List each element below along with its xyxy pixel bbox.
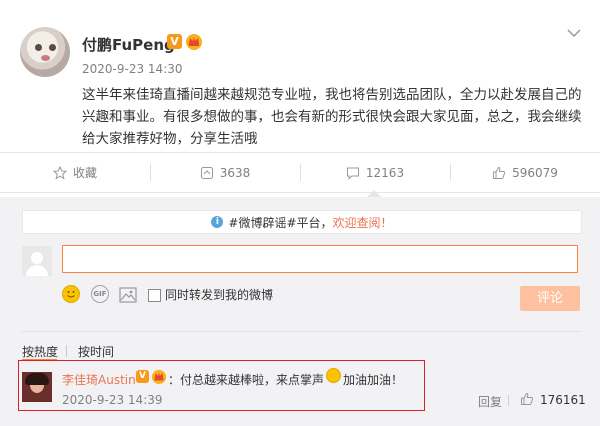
notice-text: #微博辟谣#平台，	[228, 215, 333, 230]
avatar-nose	[41, 55, 50, 61]
comment-action-separator	[508, 395, 509, 406]
commenter-avatar[interactable]	[22, 372, 52, 402]
repost-count: 3638	[219, 165, 251, 180]
member-crown-icon[interactable]	[151, 369, 167, 384]
submit-comment-button[interactable]: 评论	[520, 286, 580, 311]
sort-separator	[66, 345, 67, 357]
star-icon	[52, 165, 67, 180]
forward-label: 同时转发到我的微博	[165, 288, 274, 302]
thumbs-up-icon	[493, 166, 506, 179]
forward-checkbox[interactable]	[148, 289, 161, 302]
smiley-face-icon	[67, 291, 75, 298]
comment-text-part1: ：付总越来越棒啦，来点掌声	[168, 373, 325, 387]
like-button[interactable]: 596079	[450, 153, 600, 192]
comment-timestamp: 2020-9-23 14:39	[62, 393, 163, 407]
verified-badge-icon[interactable]: V	[167, 34, 182, 49]
rumor-notice: i #微博辟谣#平台， 欢迎查阅！	[22, 210, 582, 234]
avatar-eye-left	[35, 44, 42, 51]
like-count: 596079	[512, 165, 558, 180]
sort-divider	[22, 331, 580, 332]
chevron-down-icon[interactable]	[567, 28, 581, 38]
comment-text-part2: 加油加油！	[343, 373, 404, 387]
reply-button[interactable]: 回复	[478, 393, 502, 410]
info-icon: i	[211, 216, 224, 228]
comment-icon	[346, 167, 359, 180]
comment-input[interactable]	[62, 245, 578, 273]
notice-link[interactable]: 欢迎查阅！	[333, 214, 393, 231]
commenter-name-text[interactable]: 李佳琦Austin	[62, 373, 136, 387]
verified-badge-icon[interactable]: V	[136, 370, 149, 383]
default-avatar-body	[26, 265, 48, 276]
repost-button[interactable]: 3638	[150, 153, 300, 192]
post-timestamp[interactable]: 2020-9-23 14:30	[82, 62, 183, 76]
post-content: 这半年来佳琦直播间越来越规范专业啦，我也将告别选品团队，全力以赴发展自己的兴趣和…	[82, 87, 582, 147]
sort-by-time-tab[interactable]: 按时间	[78, 343, 114, 360]
post-action-bar: 收藏 3638 12163 596079	[0, 152, 600, 193]
member-crown-icon[interactable]	[185, 33, 203, 50]
current-user-avatar	[22, 246, 52, 276]
commenter-name[interactable]: 李佳琦Austin	[62, 371, 136, 388]
favorite-button[interactable]: 收藏	[0, 153, 150, 192]
gif-icon[interactable]: GIF	[91, 285, 109, 303]
favorite-label: 收藏	[72, 166, 97, 180]
comment-like-count: 176161	[540, 393, 586, 407]
repost-icon	[200, 166, 213, 179]
comment-count: 12163	[365, 165, 405, 180]
comment-panel-pointer	[367, 190, 381, 197]
image-icon[interactable]	[119, 287, 137, 303]
avatar-hair	[25, 373, 49, 385]
clapping-emoji-icon	[326, 368, 341, 383]
emoji-icon[interactable]	[62, 285, 80, 303]
default-avatar-head	[31, 252, 43, 264]
sort-by-hot-tab[interactable]: 按热度	[22, 343, 58, 360]
weibo-post: 付鹏FuPeng V 2020-9-23 14:30 这半年来佳琦直播间越来越规…	[0, 0, 600, 150]
author-avatar[interactable]	[20, 27, 70, 77]
thumbs-up-icon[interactable]	[520, 392, 534, 406]
avatar-eye-right	[49, 44, 56, 51]
post-author-name[interactable]: 付鹏FuPeng	[82, 34, 175, 55]
comment-button[interactable]: 12163	[300, 153, 450, 192]
